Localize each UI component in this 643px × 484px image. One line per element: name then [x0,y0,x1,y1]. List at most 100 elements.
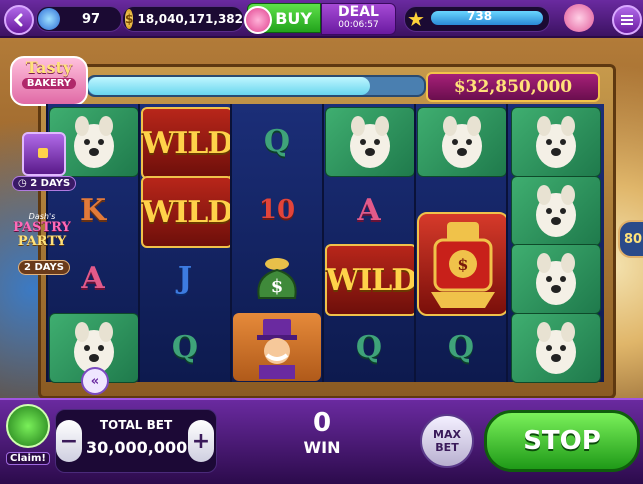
deal-button[interactable]: DEAL 00:06:57 [321,3,396,35]
dog-symbol [511,176,601,246]
gift-icon [244,6,272,34]
level-value: 97 [82,11,101,27]
svg-text:$: $ [457,255,468,274]
buy-label: BUY [275,8,312,28]
stars-pill: ★ 738 [404,6,550,32]
top-bar: 97 $ 18,040,171,382 BUY DEAL 00:06:57 ★ … [0,0,643,38]
wild-symbol: WILD [141,176,233,248]
clock-icon: ◷ [18,178,27,189]
logo-line2: BAKERY [22,78,76,89]
train-symbol: $ [417,212,509,316]
win-label: WIN [303,438,341,457]
max-bet-button[interactable]: MAX BET [420,414,474,468]
collapse-side-button[interactable]: « [81,367,109,395]
right-level-badge: 80 [618,220,643,258]
wild-symbol: WILD [141,107,233,179]
level-gem-icon [38,8,60,30]
jackpot-display: $32,850,000 [426,72,600,102]
right-number: 80 [623,231,643,247]
reels: K A WILD WILD J Q Q 10 $ A WILD Q $ Q [46,104,604,383]
letter-10-symbol: 10 [233,176,321,244]
dog-icon [536,253,576,305]
tycoon-symbol [233,313,321,381]
svg-text:$: $ [271,276,284,297]
logo-line1: Tasty [25,58,73,77]
double-chevron-left-icon: « [90,373,100,389]
gift-box-icon [6,404,50,448]
game-logo: Tasty BAKERY [10,56,88,106]
letter-q: Q [447,329,475,365]
wild-symbol: WILD [325,244,417,316]
reel-2: WILD WILD J Q [138,104,233,382]
total-bet-value: 30,000,000 [86,438,188,457]
dog-symbol [511,313,601,383]
letter-j: J [177,260,193,296]
dog-symbol [511,107,601,177]
tycoon-icon [257,319,297,379]
bonus-progress-fill [88,77,371,95]
wild-label: WILD [325,262,418,298]
chest-timer: ◷ 2 DAYS [12,176,77,191]
event-line3: PARTY [17,234,67,249]
dog-icon [536,322,576,374]
chest-days: 2 DAYS [30,178,71,189]
buy-button[interactable]: BUY [244,3,321,34]
dog-icon [350,116,390,168]
money-bag-symbol: $ [233,244,321,312]
claim-label: Claim! [6,452,50,465]
reel-4: A WILD Q [322,104,417,382]
letter-a: A [357,192,381,228]
win-display: 0 WIN [262,408,382,458]
chest-lock-icon [38,148,48,158]
letter-a-symbol: A [325,176,413,244]
dog-icon [74,116,114,168]
wild-label: WILD [141,125,234,161]
reel-5: $ Q [414,104,509,382]
letter-k: K [79,192,107,228]
deal-timer: 00:06:57 [338,20,379,30]
reel-3: Q 10 $ [230,104,322,382]
reel-6 [506,104,604,383]
minus-label: − [59,428,79,454]
chest-button[interactable] [22,132,66,176]
dog-icon [442,116,482,168]
increase-bet-button[interactable]: + [188,420,214,462]
menu-button[interactable] [612,5,642,35]
total-bet-label: TOTAL BET [99,418,173,432]
back-arrow-icon [13,13,23,27]
deal-label: DEAL [338,4,379,20]
max-bet-line2: BET [435,441,459,454]
stop-label: STOP [523,426,601,456]
letter-q: Q [263,123,291,159]
bonus-progress-bar [86,75,426,97]
level-pill: 97 [36,6,122,32]
letter-q-symbol: Q [325,313,413,381]
stars-value: 738 [467,9,493,23]
letter-j-symbol: J [141,244,229,312]
stop-button[interactable]: STOP [484,410,640,472]
letter-10: 10 [258,195,296,225]
coins-pill: $ 18,040,171,382 [122,6,244,32]
coin-icon: $ [125,9,134,29]
dog-symbol [511,244,601,314]
event-days: 2 DAYS [24,262,64,273]
claim-button[interactable]: Claim! [6,404,50,472]
letter-q-symbol: Q [141,313,229,381]
piggy-bank-icon[interactable] [564,4,594,32]
dog-symbol [417,107,507,177]
letter-a: A [81,260,105,296]
decrease-bet-button[interactable]: − [56,420,82,462]
max-bet-line1: MAX [433,428,461,441]
letter-q-symbol: Q [233,107,321,175]
letter-q: Q [355,329,383,365]
dog-icon [536,185,576,237]
star-icon: ★ [407,7,425,31]
letter-q-symbol: Q [417,313,505,381]
wild-label: WILD [141,194,234,230]
back-button[interactable] [4,5,34,35]
money-bag-icon: $ [257,258,297,299]
menu-icon [621,15,633,25]
pastry-party-button[interactable]: Dash's PASTRY PARTY [12,212,72,258]
event-line2: PASTRY [13,220,71,235]
jackpot-value: $32,850,000 [453,77,573,97]
